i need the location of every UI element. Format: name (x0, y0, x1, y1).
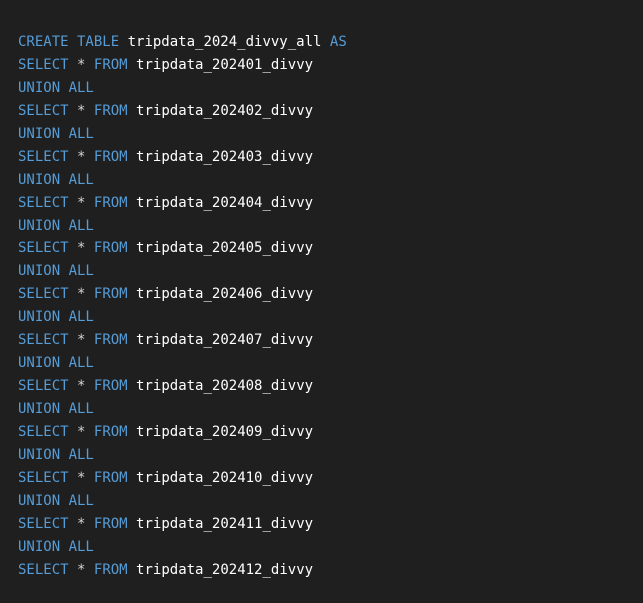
select-line: SELECT * FROM tripdata_202410_divvy (18, 467, 643, 490)
select-line: SELECT * FROM tripdata_202407_divvy (18, 329, 643, 352)
source-table-name: tripdata_202409_divvy (136, 423, 314, 440)
keyword-select: SELECT (18, 423, 69, 440)
keyword-from: FROM (93, 286, 128, 303)
keyword-union-all: UNION ALL (18, 492, 94, 509)
operator-star: * (77, 378, 86, 395)
keyword-select: SELECT (18, 561, 69, 578)
sql-code-block: CREATE TABLE tripdata_2024_divvy_all AS … (0, 0, 643, 603)
union-all-line: UNION ALL (18, 260, 643, 283)
source-table-name: tripdata_202406_divvy (136, 286, 314, 303)
operator-star: * (77, 102, 86, 119)
source-table-name: tripdata_202405_divvy (136, 240, 314, 257)
keyword-select: SELECT (18, 469, 69, 486)
operator-star: * (77, 423, 86, 440)
source-table-name: tripdata_202408_divvy (136, 378, 314, 395)
keyword-select: SELECT (18, 148, 69, 165)
create-table-line: CREATE TABLE tripdata_2024_divvy_all AS (18, 31, 643, 54)
operator-star: * (77, 515, 86, 532)
keyword-select: SELECT (18, 286, 69, 303)
union-all-line: UNION ALL (18, 490, 643, 513)
select-line: SELECT * FROM tripdata_202408_divvy (18, 375, 643, 398)
keyword-from: FROM (93, 102, 128, 119)
union-all-line: UNION ALL (18, 215, 643, 238)
keyword-select: SELECT (18, 515, 69, 532)
select-line: SELECT * FROM tripdata_202401_divvy (18, 54, 643, 77)
keyword-union-all: UNION ALL (18, 217, 94, 234)
keyword-union-all: UNION ALL (18, 79, 94, 96)
keyword-select: SELECT (18, 56, 69, 73)
union-all-line: UNION ALL (18, 398, 643, 421)
keyword-from: FROM (93, 240, 128, 257)
select-line: SELECT * FROM tripdata_202406_divvy (18, 283, 643, 306)
keyword-from: FROM (93, 378, 128, 395)
union-all-line: UNION ALL (18, 123, 643, 146)
keyword-from: FROM (93, 561, 128, 578)
select-line: SELECT * FROM tripdata_202405_divvy (18, 237, 643, 260)
select-line: SELECT * FROM tripdata_202412_divvy (18, 559, 643, 582)
union-all-line: UNION ALL (18, 169, 643, 192)
keyword-union-all: UNION ALL (18, 355, 94, 372)
union-all-line: UNION ALL (18, 536, 643, 559)
keyword-select: SELECT (18, 378, 69, 395)
source-table-name: tripdata_202403_divvy (136, 148, 314, 165)
select-line: SELECT * FROM tripdata_202409_divvy (18, 421, 643, 444)
union-all-line: UNION ALL (18, 77, 643, 100)
operator-star: * (77, 194, 86, 211)
operator-star: * (77, 56, 86, 73)
source-table-name: tripdata_202402_divvy (136, 102, 314, 119)
keyword-from: FROM (93, 56, 128, 73)
select-line: SELECT * FROM tripdata_202403_divvy (18, 146, 643, 169)
select-line: SELECT * FROM tripdata_202404_divvy (18, 192, 643, 215)
keyword-union-all: UNION ALL (18, 401, 94, 417)
keyword-from: FROM (93, 469, 128, 486)
union-all-line: UNION ALL (18, 352, 643, 375)
keyword-union-all: UNION ALL (18, 538, 94, 555)
source-table-name: tripdata_202411_divvy (136, 515, 314, 532)
union-all-line: UNION ALL (18, 306, 643, 329)
source-table-name: tripdata_202407_divvy (136, 332, 314, 349)
keyword-from: FROM (93, 515, 128, 532)
keyword-select: SELECT (18, 102, 69, 119)
operator-star: * (77, 561, 86, 578)
keyword-select: SELECT (18, 194, 69, 211)
keyword-union-all: UNION ALL (18, 446, 94, 463)
source-table-name: tripdata_202404_divvy (136, 194, 314, 211)
source-table-name: tripdata_202410_divvy (136, 469, 314, 486)
keyword-select: SELECT (18, 240, 69, 257)
keyword-from: FROM (93, 148, 128, 165)
keyword-from: FROM (93, 423, 128, 440)
keyword-create-table: CREATE TABLE (18, 34, 120, 50)
keyword-from: FROM (93, 194, 128, 211)
select-line: SELECT * FROM tripdata_202411_divvy (18, 513, 643, 536)
source-table-name: tripdata_202401_divvy (136, 56, 314, 73)
keyword-select: SELECT (18, 332, 69, 349)
select-line: SELECT * FROM tripdata_202402_divvy (18, 100, 643, 123)
keyword-union-all: UNION ALL (18, 263, 94, 280)
keyword-union-all: UNION ALL (18, 171, 94, 188)
keyword-union-all: UNION ALL (18, 309, 94, 326)
operator-star: * (77, 240, 86, 257)
operator-star: * (77, 332, 86, 349)
keyword-from: FROM (93, 332, 128, 349)
operator-star: * (77, 148, 86, 165)
operator-star: * (77, 469, 86, 486)
keyword-union-all: UNION ALL (18, 125, 94, 142)
source-table-name: tripdata_202412_divvy (136, 561, 314, 578)
keyword-as: AS (329, 34, 347, 50)
table-name: tripdata_2024_divvy_all (127, 34, 322, 50)
select-statements: SELECT * FROM tripdata_202401_divvy UNION… (18, 54, 643, 582)
operator-star: * (77, 286, 86, 303)
union-all-line: UNION ALL (18, 444, 643, 467)
